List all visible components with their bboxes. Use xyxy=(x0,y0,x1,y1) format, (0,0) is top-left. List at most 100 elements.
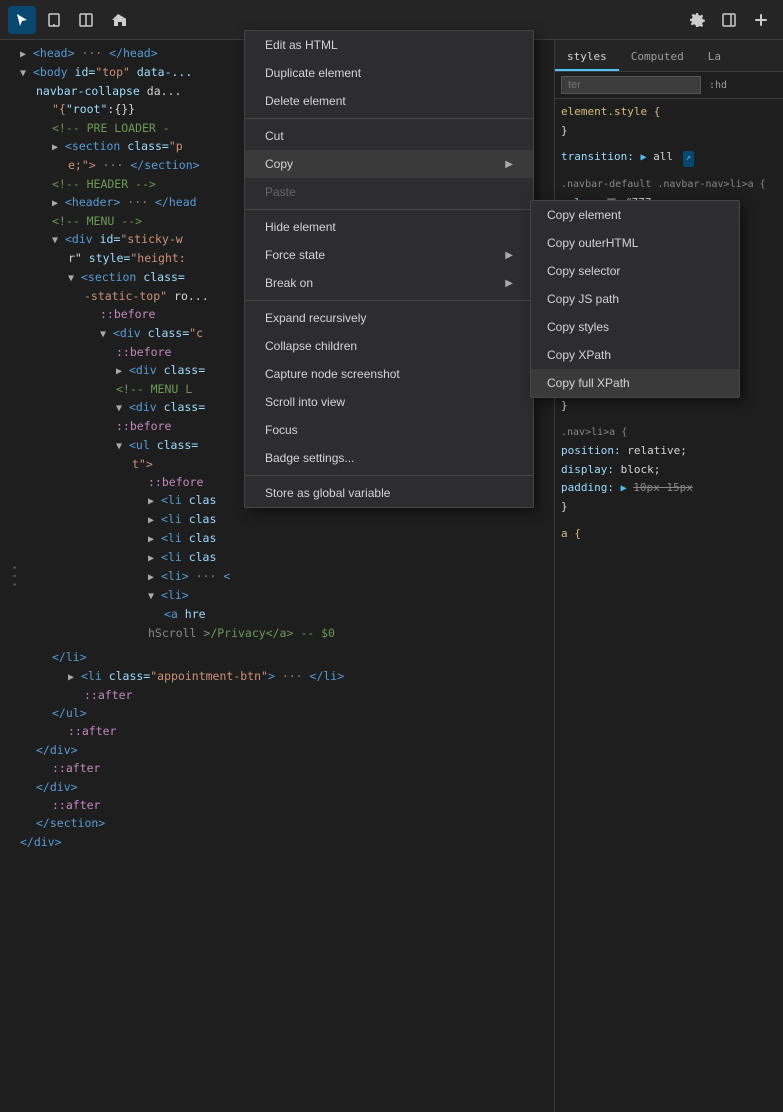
menu-item-edit-html[interactable]: Edit as HTML xyxy=(245,31,533,59)
submenu-item-copy-outerhtml[interactable]: Copy outerHTML xyxy=(531,229,739,257)
tab-computed[interactable]: Computed xyxy=(619,44,696,71)
css-block-nav-li-a: .nav>li>a { position: relative; display:… xyxy=(561,423,777,516)
styles-search-bar: :hd xyxy=(555,72,783,99)
menu-label: Delete element xyxy=(265,94,346,108)
menu-item-copy[interactable]: Copy ▶ xyxy=(245,150,533,178)
submenu-item-copy-element[interactable]: Copy element xyxy=(531,201,739,229)
css-close: } xyxy=(561,397,777,416)
cursor-icon[interactable] xyxy=(8,6,36,34)
menu-label: Collapse children xyxy=(265,339,357,353)
menu-item-duplicate[interactable]: Duplicate element xyxy=(245,59,533,87)
menu-item-scroll[interactable]: Scroll into view xyxy=(245,388,533,416)
submenu-item-copy-selector[interactable]: Copy selector xyxy=(531,257,739,285)
transition-badge: ↗ xyxy=(683,151,694,166)
home-icon[interactable] xyxy=(104,6,132,34)
tab-styles[interactable]: styles xyxy=(555,44,619,71)
css-rule-line: transition: ▶ all ↗ xyxy=(561,148,777,167)
menu-item-force-state[interactable]: Force state ▶ xyxy=(245,241,533,269)
submenu-item-copy-full-xpath[interactable]: Copy full XPath xyxy=(531,369,739,397)
dom-line: </div> xyxy=(0,778,554,796)
css-close: } xyxy=(561,122,777,141)
dom-line: ▶ <li clas xyxy=(0,510,554,529)
dom-line: ▼ <li> xyxy=(0,586,554,605)
menu-item-screenshot[interactable]: Capture node screenshot xyxy=(245,360,533,388)
css-selector-line: .nav>li>a { xyxy=(561,423,777,442)
dom-line: ::after xyxy=(0,759,554,777)
submenu-arrow-icon: ▶ xyxy=(505,250,513,261)
dom-bottom-section: </li> ▶ <li class="appointment-btn"> ···… xyxy=(0,642,554,851)
context-menu: Edit as HTML Duplicate element Delete el… xyxy=(244,30,534,508)
menu-label: Force state xyxy=(265,248,325,262)
menu-label: Expand recursively xyxy=(265,311,366,325)
menu-label: Hide element xyxy=(265,220,336,234)
styles-filter-input[interactable] xyxy=(561,76,701,94)
submenu-item-copy-jspath[interactable]: Copy JS path xyxy=(531,285,739,313)
menu-item-store-global[interactable]: Store as global variable xyxy=(245,479,533,507)
menu-label: Capture node screenshot xyxy=(265,367,400,381)
styles-tabs: styles Computed La xyxy=(555,40,783,72)
css-block-element-style: element.style { } xyxy=(561,103,777,140)
css-selector-line: a { xyxy=(561,525,777,544)
dom-line: ▶ <li clas xyxy=(0,548,554,567)
menu-label: Edit as HTML xyxy=(265,38,338,52)
css-selector-line: .navbar-default .navbar-nav>li>a { xyxy=(561,175,777,194)
device-icon[interactable] xyxy=(40,6,68,34)
dom-line: ▶ <li> ··· < xyxy=(0,567,554,586)
menu-item-hide[interactable]: Hide element xyxy=(245,213,533,241)
css-rule-padding: padding: ▶ 10px 15px xyxy=(561,479,777,498)
css-rule-position: position: relative; xyxy=(561,442,777,461)
css-block-a: a { xyxy=(561,525,777,544)
submenu-item-copy-xpath[interactable]: Copy XPath xyxy=(531,341,739,369)
dom-line: ::after xyxy=(0,722,554,740)
css-close: } xyxy=(561,498,777,517)
tab-layout[interactable]: La xyxy=(696,44,733,71)
menu-item-collapse[interactable]: Collapse children xyxy=(245,332,533,360)
dom-line: <a hre xyxy=(0,605,554,623)
menu-item-break-on[interactable]: Break on ▶ xyxy=(245,269,533,297)
menu-label: Paste xyxy=(265,185,296,199)
menu-item-delete[interactable]: Delete element xyxy=(245,87,533,115)
menu-item-expand[interactable]: Expand recursively xyxy=(245,304,533,332)
menu-label: Store as global variable xyxy=(265,486,390,500)
css-selector-line: element.style { xyxy=(561,103,777,122)
dom-line: ::after xyxy=(0,686,554,704)
dom-line: hScroll >/Privacy</a> -- $0 xyxy=(0,624,554,642)
dom-line: </div> xyxy=(0,833,554,851)
menu-label: Badge settings... xyxy=(265,451,354,465)
dom-line: ::after xyxy=(0,796,554,814)
dom-line: </section> xyxy=(0,814,554,832)
add-icon[interactable] xyxy=(747,6,775,34)
menu-label: Duplicate element xyxy=(265,66,361,80)
menu-item-focus[interactable]: Focus xyxy=(245,416,533,444)
menu-label: Cut xyxy=(265,129,284,143)
menu-item-badge[interactable]: Badge settings... xyxy=(245,444,533,472)
menu-label: Focus xyxy=(265,423,298,437)
css-rule-display: display: block; xyxy=(561,461,777,480)
dom-line: </ul> xyxy=(0,704,554,722)
dom-line: </li> xyxy=(0,648,554,666)
menu-item-cut[interactable]: Cut xyxy=(245,122,533,150)
dom-line: ▶ <li clas xyxy=(0,529,554,548)
menu-separator xyxy=(245,475,533,476)
hd-button[interactable]: :hd xyxy=(705,79,731,92)
settings-icon[interactable] xyxy=(683,6,711,34)
copy-submenu: Copy element Copy outerHTML Copy selecto… xyxy=(530,200,740,398)
menu-separator xyxy=(245,118,533,119)
submenu-arrow-icon: ▶ xyxy=(505,278,513,289)
css-block-transition: transition: ▶ all ↗ xyxy=(561,148,777,167)
submenu-item-copy-styles[interactable]: Copy styles xyxy=(531,313,739,341)
menu-label: Scroll into view xyxy=(265,395,345,409)
menu-item-paste: Paste xyxy=(245,178,533,206)
dom-line: ▶ <li class="appointment-btn"> ··· </li> xyxy=(0,667,554,686)
side-dots: ··· xyxy=(2,563,24,588)
menu-label: Copy xyxy=(265,157,293,171)
collapse-triangle[interactable]: ▶ xyxy=(20,49,26,60)
menu-separator xyxy=(245,209,533,210)
menu-label: Break on xyxy=(265,276,313,290)
collapse-triangle[interactable]: ▼ xyxy=(20,68,26,79)
dom-line: </div> xyxy=(0,741,554,759)
panel-icon[interactable] xyxy=(72,6,100,34)
panel-right-icon[interactable] xyxy=(715,6,743,34)
submenu-arrow-icon: ▶ xyxy=(505,159,513,170)
menu-separator xyxy=(245,300,533,301)
